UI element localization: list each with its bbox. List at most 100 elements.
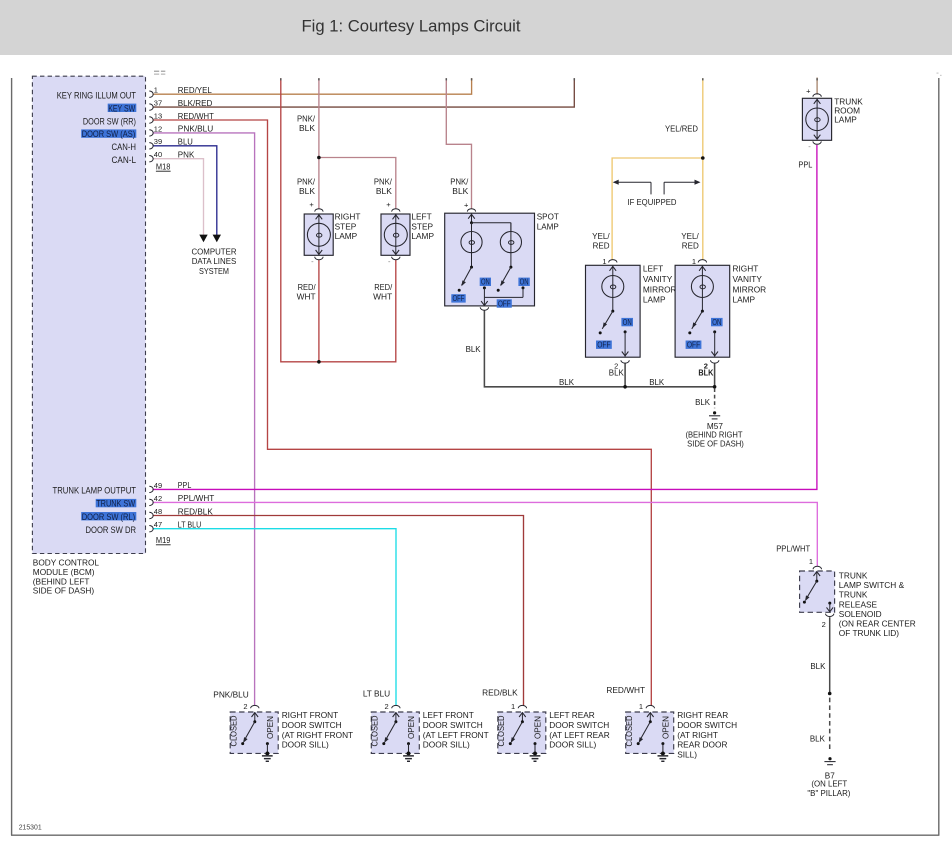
svg-text:CLOSED: CLOSED bbox=[371, 715, 380, 746]
svg-text:39: 39 bbox=[154, 137, 162, 146]
svg-text:2: 2 bbox=[822, 620, 826, 629]
svg-text:OPEN: OPEN bbox=[266, 716, 275, 739]
svg-text:PNK/: PNK/ bbox=[297, 113, 316, 123]
svg-text:SIDE OF DASH): SIDE OF DASH) bbox=[687, 439, 744, 449]
svg-text:MIRROR: MIRROR bbox=[733, 284, 767, 294]
svg-text:DOOR SWITCH: DOOR SWITCH bbox=[423, 720, 483, 730]
svg-text:RIGHT REAR: RIGHT REAR bbox=[677, 710, 728, 720]
svg-text:49: 49 bbox=[154, 481, 162, 490]
svg-text:BLK: BLK bbox=[299, 186, 315, 196]
svg-text:DOOR SW (RR): DOOR SW (RR) bbox=[83, 116, 136, 126]
svg-text:DATA LINES: DATA LINES bbox=[192, 256, 237, 266]
svg-text:TRUNK LAMP OUTPUT: TRUNK LAMP OUTPUT bbox=[53, 486, 137, 496]
svg-text:DOOR SWITCH: DOOR SWITCH bbox=[282, 720, 342, 730]
svg-text:LEFT: LEFT bbox=[411, 211, 431, 221]
svg-text:37: 37 bbox=[154, 99, 162, 108]
svg-text:WHT: WHT bbox=[297, 292, 316, 302]
svg-text:LEFT REAR: LEFT REAR bbox=[549, 710, 595, 720]
svg-text:2: 2 bbox=[243, 702, 247, 711]
svg-text:M19: M19 bbox=[156, 535, 171, 545]
svg-text:LT BLU: LT BLU bbox=[363, 689, 390, 699]
svg-text:SYSTEM: SYSTEM bbox=[199, 266, 229, 276]
svg-text:DOOR SW DR: DOOR SW DR bbox=[86, 525, 137, 535]
svg-text:(ON LEFT: (ON LEFT bbox=[811, 778, 847, 788]
svg-text:VANITY: VANITY bbox=[733, 274, 763, 284]
svg-text:CAN-H: CAN-H bbox=[112, 142, 137, 152]
svg-text:SOLENOID: SOLENOID bbox=[839, 609, 882, 619]
svg-text:SPOT: SPOT bbox=[537, 212, 559, 222]
svg-text:+: + bbox=[806, 87, 811, 96]
svg-text:BLK: BLK bbox=[559, 377, 574, 387]
svg-text:RED: RED bbox=[682, 241, 699, 251]
svg-text:(AT LEFT FRONT: (AT LEFT FRONT bbox=[423, 730, 489, 740]
svg-text:ON: ON bbox=[712, 318, 721, 327]
svg-text:KEY SW: KEY SW bbox=[108, 103, 135, 113]
svg-text:RED/: RED/ bbox=[298, 282, 317, 292]
svg-text:OFF: OFF bbox=[453, 294, 465, 303]
svg-text:LT BLU: LT BLU bbox=[178, 520, 202, 530]
svg-text:BLU: BLU bbox=[178, 137, 193, 147]
svg-text:SILL): SILL) bbox=[677, 750, 697, 760]
svg-text:OFF: OFF bbox=[687, 341, 700, 350]
svg-text:+: + bbox=[464, 201, 469, 210]
svg-text:47: 47 bbox=[154, 520, 162, 529]
svg-text:1: 1 bbox=[602, 257, 606, 266]
svg-text:ON: ON bbox=[623, 318, 632, 327]
svg-text:CAN-L: CAN-L bbox=[112, 155, 137, 165]
svg-text:DOOR SILL): DOOR SILL) bbox=[549, 740, 596, 750]
svg-text:LAMP: LAMP bbox=[834, 115, 857, 125]
svg-text:LAMP: LAMP bbox=[643, 295, 666, 305]
svg-text:PNK/: PNK/ bbox=[297, 176, 316, 186]
svg-text:CLOSED: CLOSED bbox=[497, 715, 506, 746]
svg-text:RELEASE: RELEASE bbox=[839, 599, 878, 609]
svg-text:CLOSED: CLOSED bbox=[230, 715, 239, 746]
svg-text:48: 48 bbox=[154, 507, 162, 516]
svg-text:RED/BLK: RED/BLK bbox=[482, 687, 518, 697]
svg-text:LEFT FRONT: LEFT FRONT bbox=[423, 710, 474, 720]
svg-text:BLK: BLK bbox=[810, 733, 825, 743]
svg-text:RED/WHT: RED/WHT bbox=[606, 685, 645, 695]
svg-text:OFF: OFF bbox=[498, 299, 511, 308]
svg-text:(AT LEFT REAR: (AT LEFT REAR bbox=[549, 730, 609, 740]
svg-text:1: 1 bbox=[639, 702, 643, 711]
svg-text:STEP: STEP bbox=[411, 221, 433, 231]
svg-text:LAMP: LAMP bbox=[537, 221, 559, 231]
svg-text:LEFT: LEFT bbox=[643, 264, 663, 274]
svg-text:PNK/: PNK/ bbox=[374, 176, 393, 186]
svg-text:PPL/WHT: PPL/WHT bbox=[178, 493, 215, 503]
svg-text:TRUNK: TRUNK bbox=[839, 570, 868, 580]
svg-text:OF TRUNK LID): OF TRUNK LID) bbox=[839, 628, 899, 638]
svg-text:RED/WHT: RED/WHT bbox=[178, 111, 214, 121]
svg-text:(AT RIGHT FRONT: (AT RIGHT FRONT bbox=[282, 730, 353, 740]
svg-text:RED/: RED/ bbox=[374, 282, 393, 292]
svg-text:VANITY: VANITY bbox=[643, 274, 673, 284]
svg-text:1: 1 bbox=[154, 86, 158, 95]
svg-text:DOOR SW (AS): DOOR SW (AS) bbox=[82, 129, 136, 139]
svg-text:PPL: PPL bbox=[798, 159, 812, 169]
svg-text:STEP: STEP bbox=[335, 221, 357, 231]
svg-text:SIDE OF DASH): SIDE OF DASH) bbox=[33, 586, 95, 596]
svg-text:RIGHT FRONT: RIGHT FRONT bbox=[282, 710, 339, 720]
svg-text:OPEN: OPEN bbox=[407, 716, 416, 739]
svg-text:BLK: BLK bbox=[695, 397, 710, 407]
svg-text:CLOSED: CLOSED bbox=[625, 715, 634, 746]
svg-text:ON: ON bbox=[481, 278, 490, 287]
svg-text:OPEN: OPEN bbox=[534, 716, 543, 739]
svg-text:RED/BLK: RED/BLK bbox=[178, 506, 213, 516]
svg-text:RED: RED bbox=[593, 241, 610, 251]
svg-text:BLK/RED: BLK/RED bbox=[178, 98, 213, 108]
svg-text:IF EQUIPPED: IF EQUIPPED bbox=[628, 197, 677, 207]
svg-text:Fig 1: Courtesy Lamps Circuit: Fig 1: Courtesy Lamps Circuit bbox=[302, 17, 521, 36]
svg-text:+: + bbox=[386, 200, 391, 209]
svg-text:DOOR SWITCH: DOOR SWITCH bbox=[677, 720, 737, 730]
svg-text:BLK: BLK bbox=[649, 377, 664, 387]
svg-text:+: + bbox=[309, 200, 314, 209]
svg-text:PNK/BLU: PNK/BLU bbox=[213, 689, 249, 699]
svg-text:TRUNK SW: TRUNK SW bbox=[96, 499, 135, 509]
svg-text:TRUNK: TRUNK bbox=[839, 590, 868, 600]
svg-text:OFF: OFF bbox=[597, 341, 610, 350]
svg-text:(ON REAR CENTER: (ON REAR CENTER bbox=[839, 619, 916, 629]
svg-text:DOOR SW (RL): DOOR SW (RL) bbox=[82, 512, 136, 522]
svg-text:1: 1 bbox=[809, 557, 813, 566]
svg-text:BLK: BLK bbox=[698, 367, 713, 377]
